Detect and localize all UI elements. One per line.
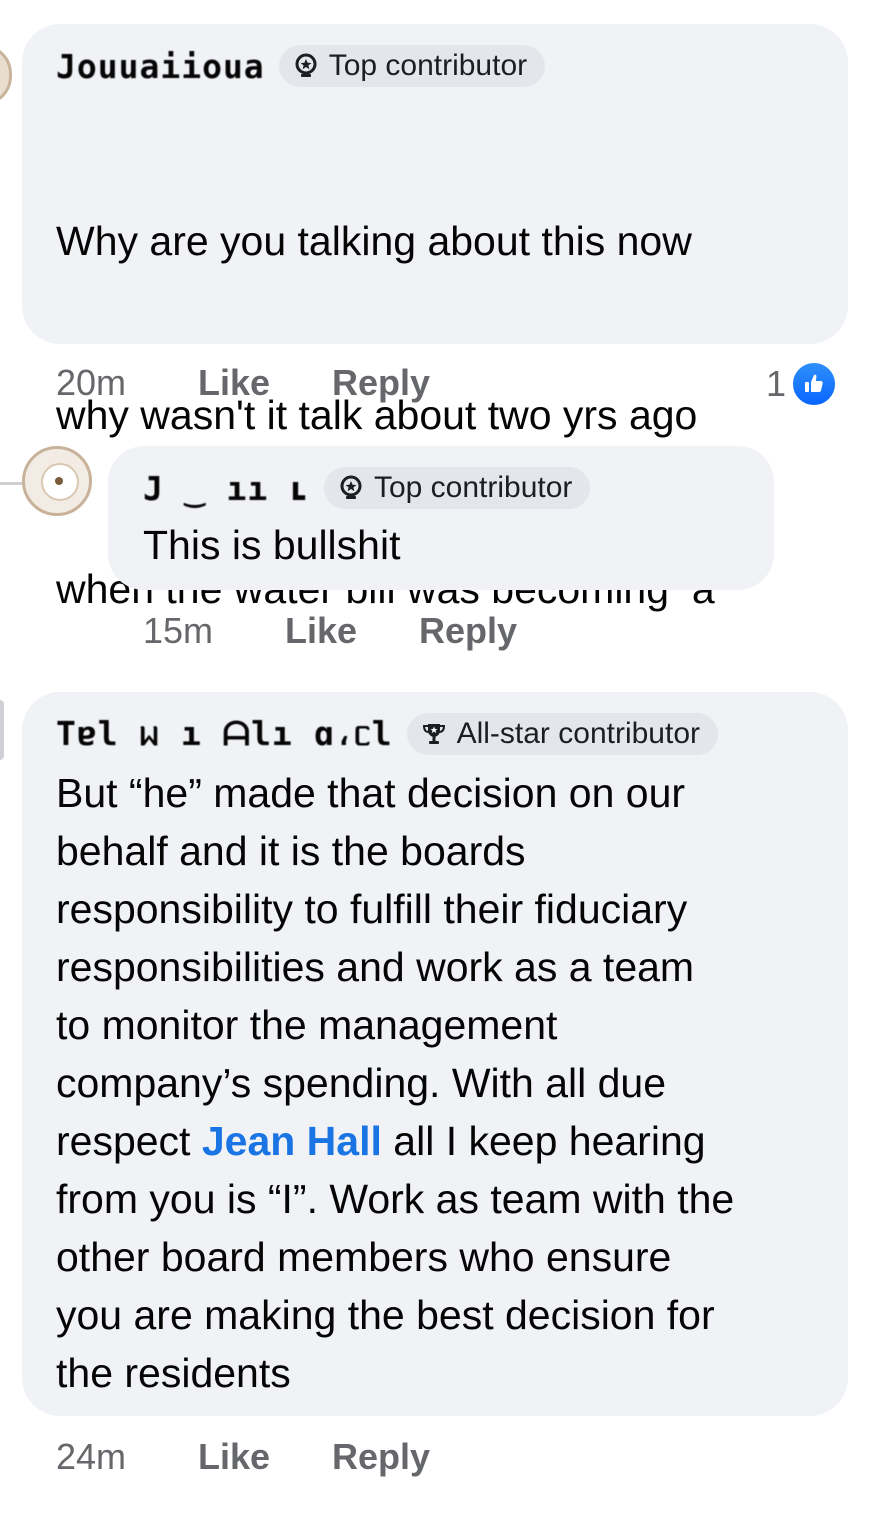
thread-line	[0, 700, 4, 760]
comment-author[interactable]: J ‿ ıı ʟ	[143, 469, 310, 508]
like-button[interactable]: Like	[198, 1436, 332, 1478]
comment-header: Jouuaiioua Top contributor	[56, 44, 546, 88]
comment-actions: 20m Like Reply	[56, 362, 430, 404]
comment-time[interactable]: 15m	[143, 610, 285, 652]
reaction-count: 1	[766, 363, 787, 404]
comment-actions: 24m Like Reply	[56, 1436, 430, 1478]
thumbs-up-icon	[790, 360, 839, 408]
trophy-icon	[422, 724, 445, 744]
comment-header: J ‿ ıı ʟ Top contributor	[143, 466, 591, 510]
reply-button[interactable]: Reply	[332, 1436, 430, 1478]
comment-text: But “he” made that decision on our behal…	[56, 764, 836, 1402]
comment-author[interactable]: Jouuaiioua	[56, 47, 265, 86]
badge-label: Top contributor	[373, 471, 573, 504]
comment-time[interactable]: 20m	[56, 362, 198, 404]
top-contributor-badge: Top contributor	[323, 467, 591, 509]
comment-actions: 15m Like Reply	[143, 610, 517, 652]
contributor-badge-icon	[340, 475, 362, 499]
comment-line: Why are you talking about this now	[56, 218, 692, 264]
thumbs-up-glyph	[805, 374, 823, 392]
comment-text: This is bullshit	[143, 522, 401, 568]
comment-header: Tɐl ᥕ ı ᗩlı ɑ،ᥴl All-star contributor	[56, 712, 718, 756]
reply-button[interactable]: Reply	[332, 362, 430, 404]
top-contributor-badge: Top contributor	[278, 45, 546, 87]
all-star-contributor-badge: All-star contributor	[406, 713, 718, 755]
avatar-partial[interactable]	[0, 44, 12, 106]
badge-label: Top contributor	[328, 49, 528, 82]
comment-time[interactable]: 24m	[56, 1436, 198, 1478]
comment-author[interactable]: Tɐl ᥕ ı ᗩlı ɑ،ᥴl	[56, 714, 393, 754]
comment-text-part: But “he” made that decision on our behal…	[56, 770, 695, 1164]
reply-button[interactable]: Reply	[419, 610, 517, 652]
reaction-summary[interactable]: 1	[766, 360, 839, 408]
badge-label: All-star contributor	[456, 717, 700, 750]
contributor-badge-icon	[295, 53, 317, 77]
mention-link[interactable]: Jean Hall	[202, 1118, 382, 1164]
like-button[interactable]: Like	[285, 610, 419, 652]
like-button[interactable]: Like	[198, 362, 332, 404]
